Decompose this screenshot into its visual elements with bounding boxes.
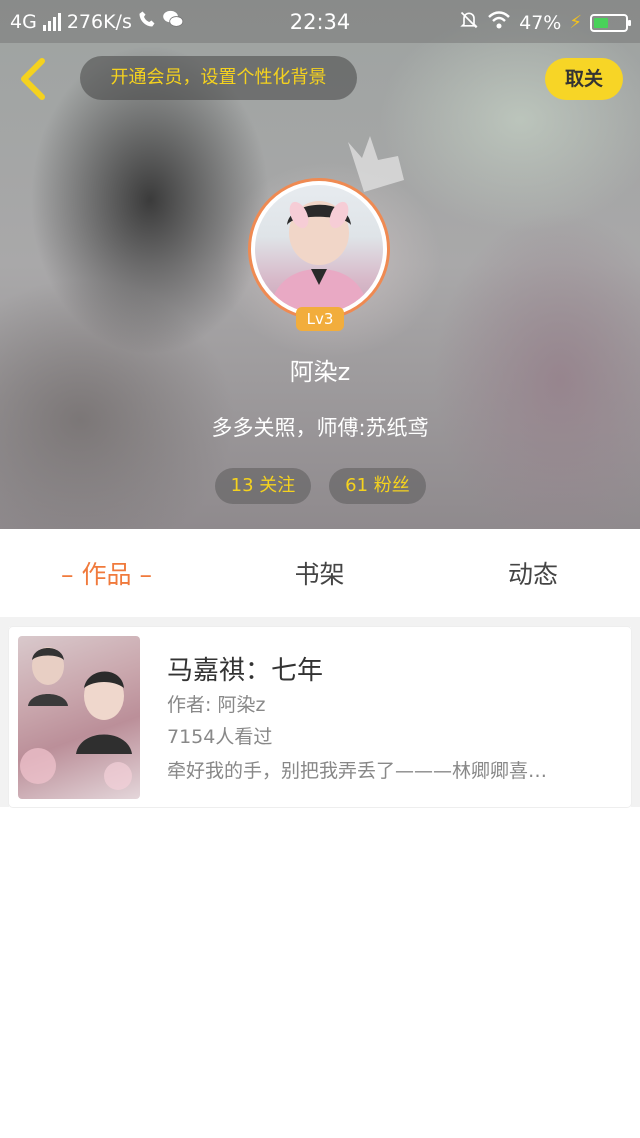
work-views: 7154人看过 — [167, 726, 273, 748]
battery-icon — [590, 13, 631, 32]
avatar[interactable] — [248, 178, 390, 320]
username: 阿染z — [289, 358, 351, 386]
status-bar: 4G 276K/s 22:34 47% ⚡ — [0, 0, 640, 43]
wifi-icon — [487, 10, 511, 35]
chevron-left-icon — [21, 58, 45, 100]
level-badge: Lv3 — [296, 307, 344, 331]
vip-background-prompt[interactable]: 开通会员，设置个性化背景 — [80, 56, 357, 100]
back-button[interactable] — [14, 56, 54, 102]
crown-icon — [348, 136, 404, 192]
tab-works[interactable]: – 作品 – — [0, 529, 213, 617]
work-title[interactable]: 马嘉祺：七年 — [167, 650, 323, 687]
profile-header: 4G 276K/s 22:34 47% ⚡ 开通会员，设置个性化背景 取关 Lv… — [0, 0, 640, 529]
user-bio: 多多关照，师傅:苏纸鸢 — [211, 416, 429, 440]
fans-count[interactable]: 61 粉丝 — [329, 468, 426, 504]
avatar-photo — [255, 185, 383, 313]
mute-bell-icon — [459, 10, 479, 35]
divider — [0, 617, 640, 627]
tab-bookshelf[interactable]: 书架 — [213, 529, 426, 617]
tab-activity[interactable]: 动态 — [426, 529, 640, 617]
following-count[interactable]: 13 关注 — [215, 468, 311, 504]
work-description: 牵好我的手，别把我弄丢了———林卿卿喜… — [167, 760, 548, 782]
battery-percent: 47% — [519, 11, 562, 34]
unfollow-button[interactable]: 取关 — [545, 58, 623, 100]
profile-tabs: – 作品 – 书架 动态 — [0, 529, 640, 617]
work-cover[interactable] — [18, 636, 140, 799]
work-author: 作者: 阿染z — [167, 694, 266, 716]
charging-bolt-icon: ⚡ — [569, 12, 582, 33]
